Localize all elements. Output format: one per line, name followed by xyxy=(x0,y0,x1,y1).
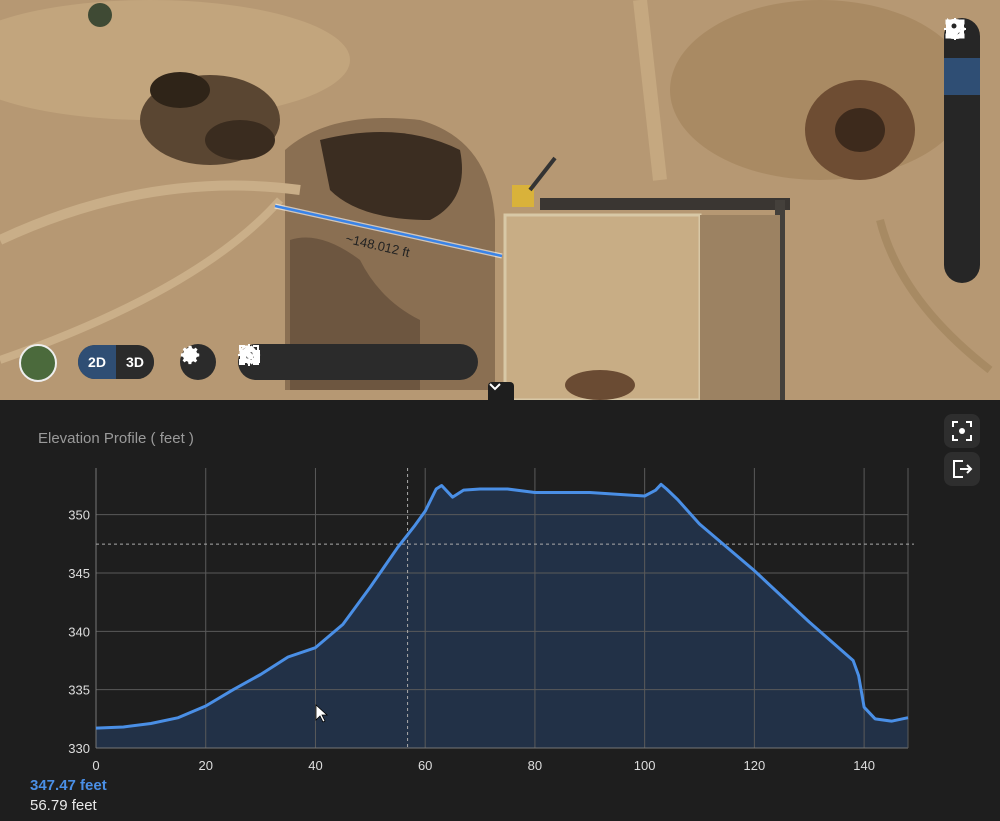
x-tick-label: 140 xyxy=(853,758,875,773)
circle-measure-button[interactable] xyxy=(944,20,980,169)
crosshair-icon xyxy=(944,18,966,40)
area-measure-button[interactable] xyxy=(944,19,980,132)
elevation-chart[interactable]: 0 20 40 60 80 100 120 140 330 335 340 345 350 xyxy=(0,400,1000,780)
measure-toolbar xyxy=(944,18,980,283)
zoom-in-button[interactable] xyxy=(239,345,434,379)
x-tick-label: 40 xyxy=(308,758,322,773)
map-bottom-toolbar xyxy=(238,344,478,380)
x-tick-label: 80 xyxy=(528,758,542,773)
map-view[interactable]: ~148.012 ft 2D 3D xyxy=(0,0,1000,400)
cursor-distance-readout: 56.79 feet xyxy=(30,797,97,814)
y-tick-label: 335 xyxy=(68,683,90,698)
view-2d-button[interactable]: 2D xyxy=(78,345,116,379)
line-measure-button[interactable] xyxy=(944,19,980,95)
screenshot-button[interactable] xyxy=(240,345,320,379)
elevation-area xyxy=(96,484,908,748)
view-3d-button[interactable]: 3D xyxy=(116,345,154,379)
x-tick-label: 20 xyxy=(198,758,212,773)
volume-measure-button[interactable] xyxy=(944,19,980,206)
x-tick-label: 0 xyxy=(92,758,99,773)
x-tick-label: 60 xyxy=(418,758,432,773)
collapse-panel-button[interactable] xyxy=(488,382,514,400)
view-mode-toggle[interactable]: 2D 3D xyxy=(78,345,154,379)
elevation-profile-panel: Elevation Profile ( feet ) 0 20 40 60 80 100 1… xyxy=(0,400,1000,821)
settings-button[interactable] xyxy=(180,344,216,380)
x-tick-label: 100 xyxy=(634,758,656,773)
y-tick-label: 330 xyxy=(68,741,90,756)
cursor-elevation-readout: 347.47 feet xyxy=(30,777,107,794)
fit-extent-button[interactable] xyxy=(239,345,396,379)
gear-icon xyxy=(180,345,200,365)
y-tick-label: 350 xyxy=(68,508,90,523)
zoom-out-icon xyxy=(239,345,259,365)
zoom-out-button[interactable] xyxy=(239,345,472,379)
x-tick-label: 120 xyxy=(744,758,766,773)
locate-button[interactable] xyxy=(238,344,358,379)
point-elevation-button[interactable] xyxy=(944,18,980,280)
y-tick-label: 340 xyxy=(68,624,90,639)
y-tick-label: 345 xyxy=(68,566,90,581)
chevron-down-icon xyxy=(489,383,501,391)
place-marker-button[interactable] xyxy=(944,19,980,243)
aerial-imagery xyxy=(0,0,1000,400)
